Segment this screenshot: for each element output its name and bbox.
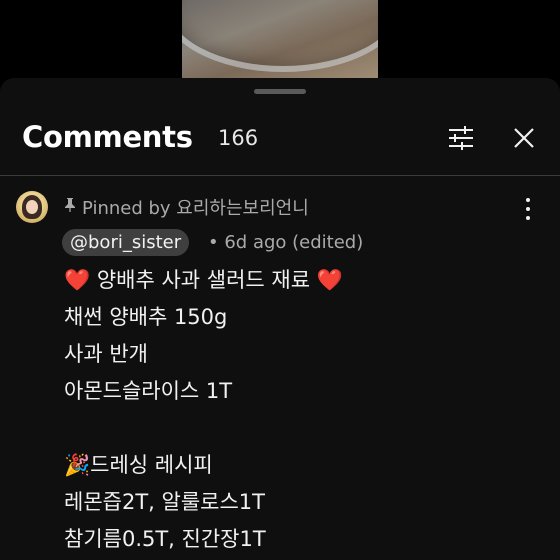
comment-line: 사과 반개 xyxy=(64,342,148,366)
author-handle[interactable]: @bori_sister xyxy=(62,229,190,256)
filter-button[interactable] xyxy=(444,121,478,155)
comment-line: 아몬드슬라이스 1T xyxy=(64,379,233,403)
comment-line: ❤️ 양배추 사과 샐러드 재료 ❤️ xyxy=(64,268,343,292)
bowl-image xyxy=(182,0,378,72)
more-vertical-icon xyxy=(526,198,530,202)
comments-title: Comments xyxy=(22,120,193,154)
header-divider xyxy=(0,175,560,176)
comment-line: 참기름0.5T, 진간장1T xyxy=(64,527,266,551)
close-button[interactable] xyxy=(507,121,541,155)
comment-line xyxy=(64,410,343,447)
pin-icon xyxy=(64,197,76,217)
close-icon xyxy=(514,128,534,148)
comment-meta: • 6d ago (edited) xyxy=(208,232,364,253)
more-options-button[interactable] xyxy=(518,198,538,220)
drag-handle[interactable] xyxy=(254,89,306,94)
avatar-face xyxy=(26,200,38,214)
comment-line: 🎉드레싱 레시피 xyxy=(64,453,213,477)
pinned-label: Pinned by 요리하는보리언니 xyxy=(64,194,309,220)
comment-body: ❤️ 양배추 사과 샐러드 재료 ❤️ 채썬 양배추 150g 사과 반개 아몬… xyxy=(64,262,343,558)
video-thumbnail[interactable] xyxy=(182,0,378,78)
comment-line: 채썬 양배추 150g xyxy=(64,305,228,329)
comments-count: 166 xyxy=(218,126,259,150)
pinned-text: Pinned by 요리하는보리언니 xyxy=(82,198,309,219)
avatar[interactable] xyxy=(16,191,48,223)
sliders-icon xyxy=(449,126,473,150)
comment-line: 레몬즙2T, 알룰로스1T xyxy=(64,490,265,514)
